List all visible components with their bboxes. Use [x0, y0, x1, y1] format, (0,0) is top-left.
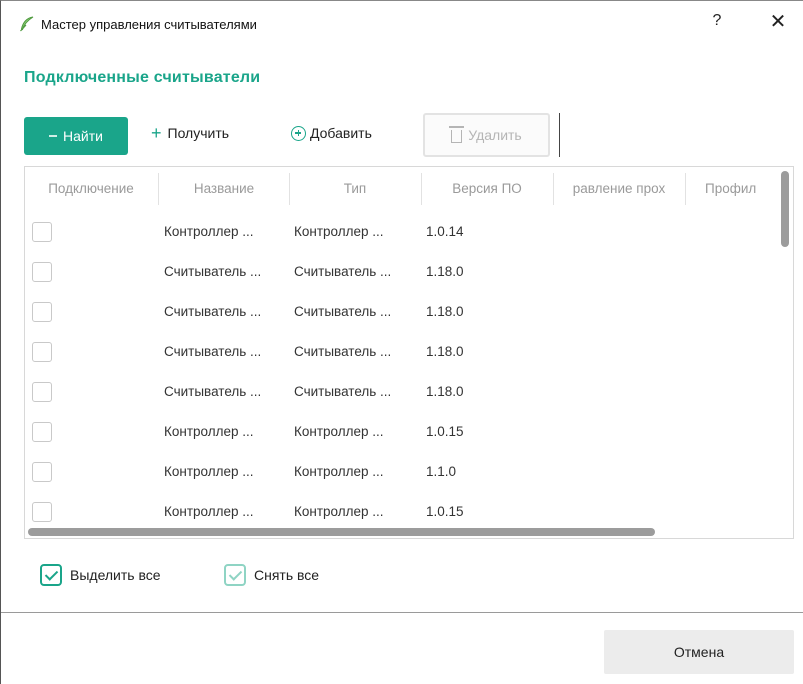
table-row[interactable]: Контроллер ... Контроллер ... 1.0.15: [25, 492, 785, 532]
deselect-all-label: Снять все: [254, 567, 320, 583]
deselect-all-control[interactable]: Снять все: [224, 564, 319, 586]
column-header-profile[interactable]: Профил: [705, 167, 785, 211]
cell-version: 1.0.15: [426, 424, 464, 439]
cell-type: Считыватель ...: [294, 344, 392, 359]
cell-name: Считыватель ...: [164, 264, 262, 279]
cell-version: 1.18.0: [426, 304, 464, 319]
cell-type: Считыватель ...: [294, 304, 392, 319]
cell-version: 1.18.0: [426, 344, 464, 359]
find-button[interactable]: Найти: [24, 117, 128, 155]
delete-button[interactable]: Удалить: [423, 113, 550, 157]
plus-icon: +: [151, 123, 162, 143]
row-checkbox[interactable]: [32, 342, 52, 362]
cell-name: Считыватель ...: [164, 384, 262, 399]
checkmark-icon: [40, 564, 62, 586]
vertical-scrollbar[interactable]: [781, 171, 789, 247]
cell-name: Контроллер ...: [164, 224, 254, 239]
column-header-direction[interactable]: равление прох: [554, 167, 684, 211]
cell-type: Считыватель ...: [294, 384, 392, 399]
cell-type: Контроллер ...: [294, 424, 384, 439]
cell-type: Контроллер ...: [294, 464, 384, 479]
cell-version: 1.18.0: [426, 264, 464, 279]
trash-icon: [449, 126, 465, 143]
cell-version: 1.1.0: [426, 464, 457, 479]
cell-name: Считыватель ...: [164, 304, 262, 319]
table-row[interactable]: Считыватель ... Считыватель ... 1.18.0: [25, 372, 785, 412]
readers-table: Подключение Название Тип Версия ПО равле…: [24, 166, 794, 539]
toolbar-divider: [559, 113, 560, 157]
cell-name: Контроллер ...: [164, 504, 254, 519]
cell-type: Контроллер ...: [294, 224, 384, 239]
table-header: Подключение Название Тип Версия ПО равле…: [25, 167, 785, 211]
table-row[interactable]: Контроллер ... Контроллер ... 1.0.14: [25, 212, 785, 252]
cell-version: 1.0.14: [426, 224, 464, 239]
cell-name: Контроллер ...: [164, 464, 254, 479]
get-button[interactable]: + Получить: [151, 123, 230, 143]
select-all-control[interactable]: Выделить все: [40, 564, 161, 586]
cell-type: Контроллер ...: [294, 504, 384, 519]
minus-icon: [49, 135, 58, 137]
table-row[interactable]: Контроллер ... Контроллер ... 1.1.0: [25, 452, 785, 492]
cell-name: Контроллер ...: [164, 424, 254, 439]
window-title: Мастер управления считывателями: [41, 17, 257, 32]
help-button[interactable]: ?: [709, 12, 725, 34]
footer-divider: [1, 612, 803, 613]
circle-plus-icon: [291, 125, 306, 141]
column-divider: [685, 173, 686, 205]
add-button-label: Добавить: [310, 125, 372, 141]
horizontal-scrollbar[interactable]: [28, 528, 655, 536]
table-row[interactable]: Считыватель ... Считыватель ... 1.18.0: [25, 252, 785, 292]
table-row[interactable]: Контроллер ... Контроллер ... 1.0.15: [25, 412, 785, 452]
column-header-name[interactable]: Название: [159, 167, 289, 211]
reader-wizard-window: Мастер управления считывателями ? ✕ Подк…: [0, 0, 803, 684]
find-button-label: Найти: [63, 128, 103, 144]
feather-icon: [18, 15, 36, 33]
table-row[interactable]: Считыватель ... Считыватель ... 1.18.0: [25, 332, 785, 372]
cancel-button-label: Отмена: [673, 644, 725, 660]
row-checkbox[interactable]: [32, 222, 52, 242]
get-button-label: Получить: [167, 125, 230, 141]
row-checkbox[interactable]: [32, 382, 52, 402]
row-checkbox[interactable]: [32, 462, 52, 482]
cancel-button[interactable]: Отмена: [604, 630, 794, 674]
close-button[interactable]: ✕: [767, 11, 789, 33]
delete-button-label: Удалить: [468, 127, 522, 143]
cell-name: Считыватель ...: [164, 344, 262, 359]
checkmark-icon: [224, 564, 246, 586]
row-checkbox[interactable]: [32, 422, 52, 442]
title-bar: Мастер управления считывателями ? ✕: [1, 1, 803, 45]
column-header-type[interactable]: Тип: [290, 167, 420, 211]
section-title: Подключенные считыватели: [24, 69, 261, 86]
column-header-version[interactable]: Версия ПО: [422, 167, 552, 211]
row-checkbox[interactable]: [32, 502, 52, 522]
column-header-connection[interactable]: Подключение: [29, 167, 153, 211]
table-row[interactable]: Считыватель ... Считыватель ... 1.18.0: [25, 292, 785, 332]
row-checkbox[interactable]: [32, 262, 52, 282]
cell-version: 1.0.15: [426, 504, 464, 519]
select-all-label: Выделить все: [70, 567, 161, 583]
cell-type: Считыватель ...: [294, 264, 392, 279]
add-button[interactable]: Добавить: [291, 125, 372, 141]
cell-version: 1.18.0: [426, 384, 464, 399]
row-checkbox[interactable]: [32, 302, 52, 322]
